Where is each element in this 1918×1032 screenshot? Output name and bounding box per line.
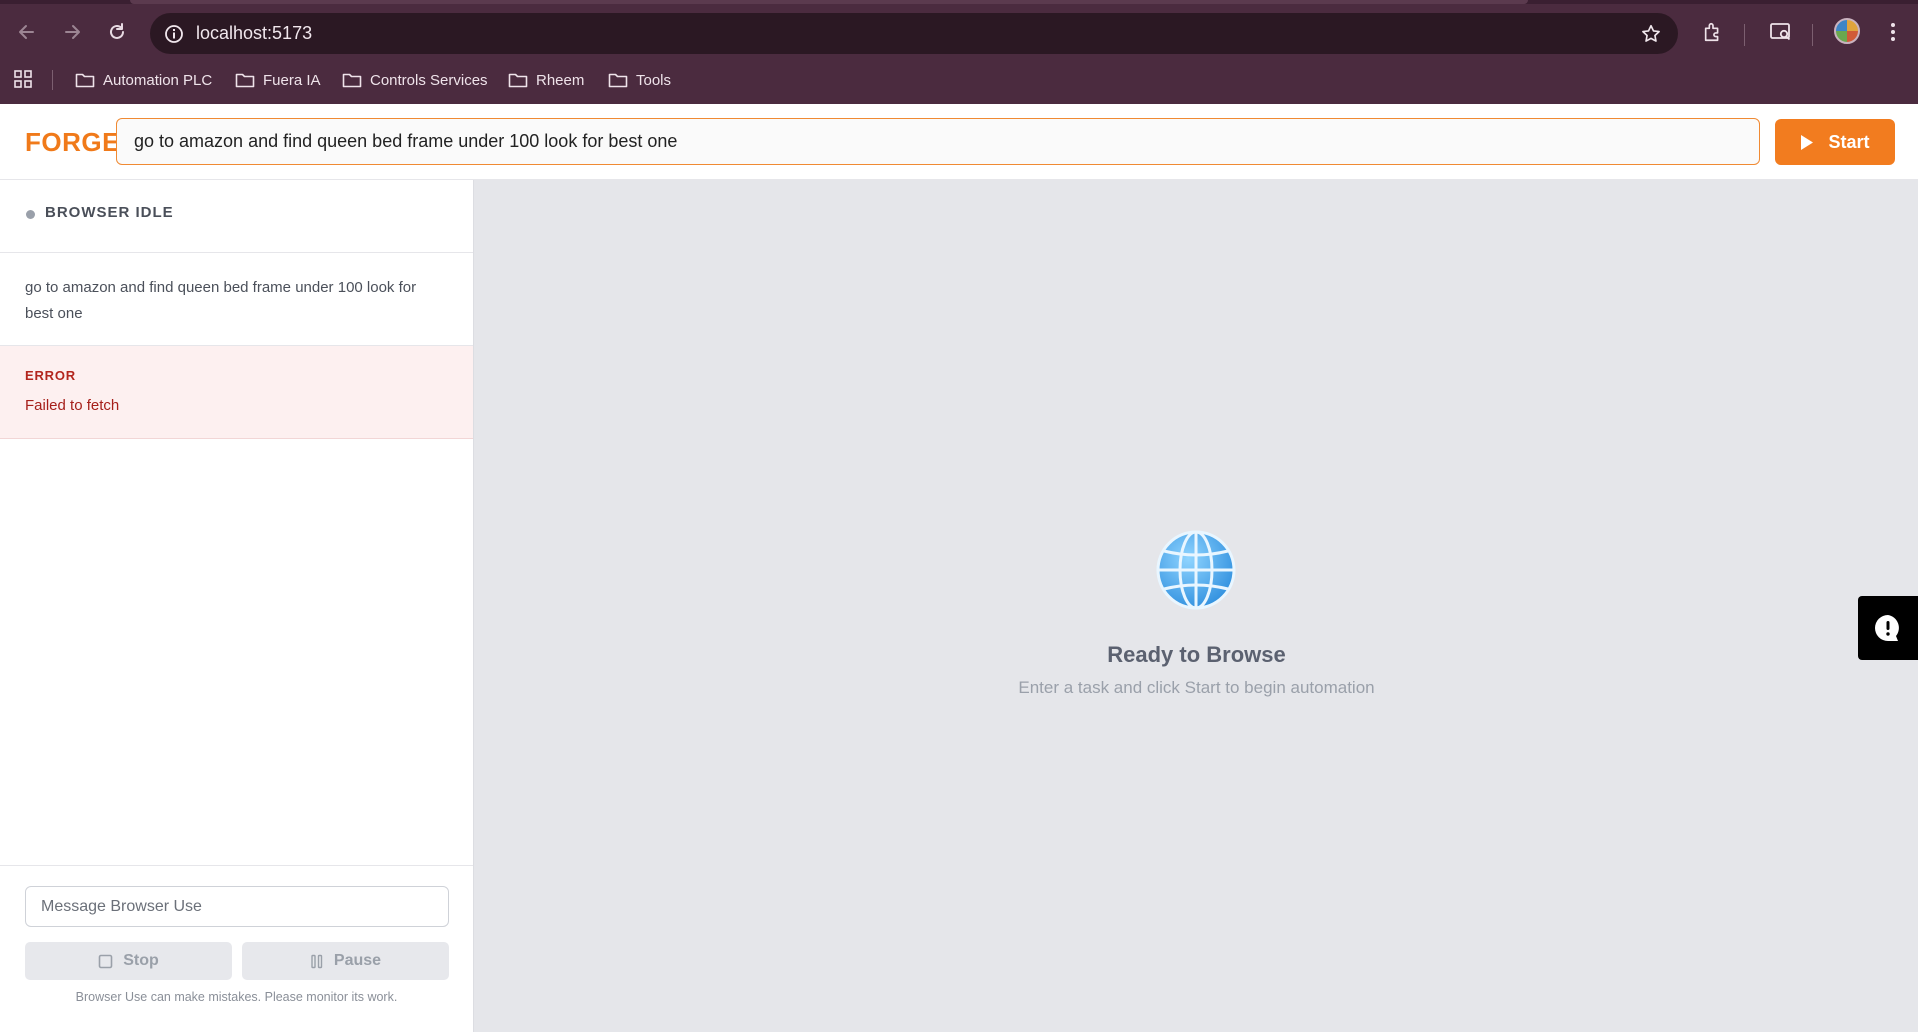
chat-bubble-icon bbox=[1875, 615, 1899, 641]
chat-widget-button[interactable] bbox=[1858, 596, 1918, 660]
browser-status: BROWSER IDLE bbox=[0, 180, 473, 253]
bookmark-automation-plc[interactable]: Automation PLC bbox=[75, 66, 212, 94]
stop-button[interactable]: Stop bbox=[25, 942, 232, 980]
folder-icon bbox=[75, 73, 95, 88]
forward-icon[interactable] bbox=[56, 16, 88, 48]
bookmark-label: Controls Services bbox=[370, 71, 488, 89]
reload-icon[interactable] bbox=[101, 16, 133, 48]
forge-logo: FORGE bbox=[25, 127, 120, 157]
extensions-icon[interactable] bbox=[1698, 17, 1728, 47]
site-info-icon[interactable] bbox=[162, 22, 186, 46]
status-dot-icon bbox=[26, 210, 35, 219]
menu-kebab-icon[interactable] bbox=[1878, 17, 1908, 47]
sidebar-footer: Stop Pause Browser Use can make mistakes… bbox=[0, 865, 473, 1032]
ready-title: Ready to Browse bbox=[1107, 642, 1286, 667]
bookmark-fuera-ia[interactable]: Fuera IA bbox=[235, 66, 321, 94]
start-button[interactable]: Start bbox=[1775, 119, 1895, 165]
ready-subtitle: Enter a task and click Start to begin au… bbox=[1018, 678, 1375, 697]
bookmark-label: Automation PLC bbox=[103, 71, 213, 89]
message-input[interactable] bbox=[25, 886, 449, 927]
folder-icon bbox=[508, 73, 528, 88]
disclaimer-text: Browser Use can make mistakes. Please mo… bbox=[75, 990, 398, 1004]
bookmark-tools[interactable]: Tools bbox=[608, 66, 671, 94]
browser-toolbar: localhost:5173 bbox=[0, 4, 1918, 62]
apps-grid-icon[interactable] bbox=[13, 69, 35, 91]
bookmark-label: Fuera IA bbox=[263, 71, 321, 89]
sidebar: BROWSER IDLE go to amazon and find queen… bbox=[0, 180, 474, 1032]
app-header: FORGE Start bbox=[0, 104, 1918, 180]
stop-square-icon bbox=[98, 954, 113, 968]
folder-icon bbox=[608, 73, 628, 88]
bookmark-controls-services[interactable]: Controls Services bbox=[342, 66, 488, 94]
toolbar-divider bbox=[1812, 24, 1813, 46]
browser-viewport: Ready to Browse Enter a task and click S… bbox=[475, 180, 1918, 1032]
forge-app: FORGE Start BROWSER IDLE go to amazon an… bbox=[0, 104, 1918, 1032]
bookmark-rheem[interactable]: Rheem bbox=[508, 66, 584, 94]
bookmark-label: Tools bbox=[636, 71, 672, 89]
error-text: Failed to fetch bbox=[25, 397, 120, 414]
tab-search-icon[interactable] bbox=[1766, 17, 1796, 47]
address-bar[interactable]: localhost:5173 bbox=[150, 13, 1678, 54]
task-message: go to amazon and find queen bed frame un… bbox=[0, 253, 473, 346]
pause-label: Pause bbox=[333, 952, 382, 969]
toolbar-divider bbox=[1744, 24, 1745, 46]
url-text[interactable]: localhost:5173 bbox=[196, 23, 312, 44]
bookmarks-bar: Automation PLC Fuera IA Controls Service… bbox=[0, 62, 1918, 104]
stop-label: Stop bbox=[123, 952, 159, 969]
start-label: Start bbox=[1828, 131, 1870, 152]
pause-button[interactable]: Pause bbox=[242, 942, 449, 980]
globe-icon bbox=[1156, 530, 1236, 610]
error-message-box: ERROR Failed to fetch bbox=[0, 346, 473, 439]
profile-avatar[interactable] bbox=[1834, 18, 1860, 44]
browser-chrome: localhost:5173 Automation PLC Fuera IA C… bbox=[0, 0, 1918, 104]
pause-icon bbox=[311, 954, 323, 968]
bookmarks-divider bbox=[52, 70, 53, 90]
bookmark-label: Rheem bbox=[536, 71, 585, 89]
folder-icon bbox=[235, 73, 255, 88]
play-icon bbox=[1801, 134, 1814, 150]
task-input[interactable] bbox=[116, 118, 1760, 165]
back-icon[interactable] bbox=[11, 16, 43, 48]
folder-icon bbox=[342, 73, 362, 88]
status-text: BROWSER IDLE bbox=[45, 204, 174, 221]
error-title: ERROR bbox=[25, 368, 76, 383]
bookmark-star-icon[interactable] bbox=[1638, 21, 1664, 47]
